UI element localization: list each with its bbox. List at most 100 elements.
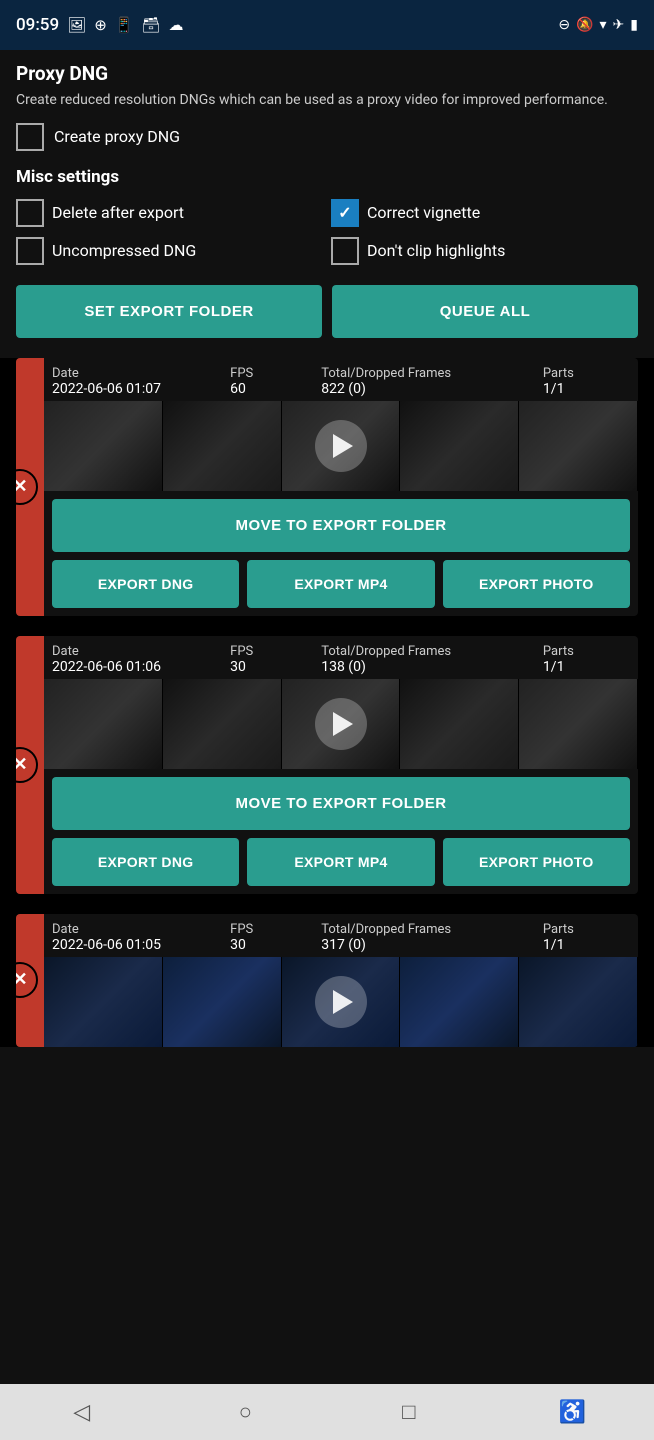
thumb-seg-1-2 bbox=[163, 401, 282, 491]
parts-label-1: Parts bbox=[543, 366, 630, 381]
correct-vignette-label: Correct vignette bbox=[367, 203, 480, 222]
misc-item-uncompressed-dng: Uncompressed DNG bbox=[16, 237, 323, 265]
uncompressed-dng-checkbox[interactable] bbox=[16, 237, 44, 265]
card-header-1: Date 2022-06-06 01:07 FPS 60 Total/Dropp… bbox=[44, 358, 638, 401]
thumb-seg-1-5 bbox=[519, 401, 638, 491]
thumb-seg-3-4 bbox=[400, 957, 519, 1047]
status-time-area: 09:59 🖼 ⊕ 📱 🗃 ☁ bbox=[16, 15, 184, 35]
proxy-dng-desc: Create reduced resolution DNGs which can… bbox=[16, 91, 638, 111]
fps-value-2: 30 bbox=[230, 659, 317, 675]
home-nav-button[interactable]: ○ bbox=[221, 1388, 269, 1436]
play-button-3[interactable] bbox=[315, 976, 367, 1028]
play-button-2[interactable] bbox=[315, 698, 367, 750]
date-value-1: 2022-06-06 01:07 bbox=[52, 381, 226, 397]
create-proxy-label: Create proxy DNG bbox=[54, 127, 180, 146]
export-photo-button-2[interactable]: EXPORT PHOTO bbox=[443, 838, 630, 886]
date-label-1: Date bbox=[52, 366, 226, 381]
queue-all-button[interactable]: QUEUE ALL bbox=[332, 285, 638, 338]
correct-vignette-checkbox[interactable] bbox=[331, 199, 359, 227]
parts-label-3: Parts bbox=[543, 922, 630, 937]
status-right-icons: ⊖ 🔕 ▾ ✈ ▮ bbox=[558, 18, 638, 32]
thumbnail-strip-1[interactable] bbox=[44, 401, 638, 491]
recordings-section: ✕ Date 2022-06-06 01:07 FPS 60 Total bbox=[0, 358, 654, 1047]
frames-value-3: 317 (0) bbox=[321, 937, 539, 953]
proxy-dng-section: Proxy DNG Create reduced resolution DNGs… bbox=[16, 62, 638, 151]
thumb-seg-2-4 bbox=[400, 679, 519, 769]
recording-card-1: ✕ Date 2022-06-06 01:07 FPS 60 Total bbox=[16, 358, 638, 616]
bottom-nav: ◁ ○ □ ♿ bbox=[0, 1384, 654, 1440]
frames-value-1: 822 (0) bbox=[321, 381, 539, 397]
battery-icon: ▮ bbox=[630, 18, 638, 32]
thumb-seg-3-1 bbox=[44, 957, 163, 1047]
misc-settings-title: Misc settings bbox=[16, 167, 638, 187]
play-button-1[interactable] bbox=[315, 420, 367, 472]
recents-icon: □ bbox=[402, 1399, 415, 1425]
card-buttons-2: MOVE TO EXPORT FOLDER EXPORT DNG EXPORT … bbox=[44, 769, 638, 894]
fps-label-2: FPS bbox=[230, 644, 317, 659]
thumb-seg-3-2 bbox=[163, 957, 282, 1047]
move-to-export-folder-button-1[interactable]: MOVE TO EXPORT FOLDER bbox=[52, 499, 630, 552]
date-value-3: 2022-06-06 01:05 bbox=[52, 937, 226, 953]
create-proxy-checkbox[interactable] bbox=[16, 123, 44, 151]
date-label-3: Date bbox=[52, 922, 226, 937]
bell-muted-icon: 🔕 bbox=[576, 18, 593, 32]
thumb-seg-3-5 bbox=[519, 957, 638, 1047]
parts-label-2: Parts bbox=[543, 644, 630, 659]
export-photo-button-1[interactable]: EXPORT PHOTO bbox=[443, 560, 630, 608]
card-header-3: Date 2022-06-06 01:05 FPS 30 Total/Dropp… bbox=[44, 914, 638, 957]
accessibility-nav-button[interactable]: ♿ bbox=[548, 1388, 596, 1436]
export-row-2: EXPORT DNG EXPORT MP4 EXPORT PHOTO bbox=[52, 838, 630, 886]
status-web-icon: ⊕ bbox=[94, 16, 107, 34]
frames-label-3: Total/Dropped Frames bbox=[321, 922, 539, 937]
parts-value-2: 1/1 bbox=[543, 659, 630, 675]
parts-value-1: 1/1 bbox=[543, 381, 630, 397]
play-triangle-icon-3 bbox=[333, 990, 353, 1014]
back-icon: ◁ bbox=[73, 1400, 90, 1425]
date-label-2: Date bbox=[52, 644, 226, 659]
wifi-icon: ▾ bbox=[600, 18, 607, 32]
export-mp4-button-1[interactable]: EXPORT MP4 bbox=[247, 560, 434, 608]
back-nav-button[interactable]: ◁ bbox=[58, 1388, 106, 1436]
fps-label-3: FPS bbox=[230, 922, 317, 937]
thumbnail-strip-3[interactable] bbox=[44, 957, 638, 1047]
status-bar: 09:59 🖼 ⊕ 📱 🗃 ☁ ⊖ 🔕 ▾ ✈ ▮ bbox=[0, 0, 654, 50]
thumb-seg-1-4 bbox=[400, 401, 519, 491]
thumbnail-strip-2[interactable] bbox=[44, 679, 638, 769]
close-x-icon-2: ✕ bbox=[16, 756, 28, 774]
export-dng-button-2[interactable]: EXPORT DNG bbox=[52, 838, 239, 886]
frames-value-2: 138 (0) bbox=[321, 659, 539, 675]
play-triangle-icon-1 bbox=[333, 434, 353, 458]
fps-label-1: FPS bbox=[230, 366, 317, 381]
date-value-2: 2022-06-06 01:06 bbox=[52, 659, 226, 675]
delete-after-checkbox[interactable] bbox=[16, 199, 44, 227]
export-row-1: EXPORT DNG EXPORT MP4 EXPORT PHOTO bbox=[52, 560, 630, 608]
accessibility-icon: ♿ bbox=[559, 1400, 586, 1425]
status-time: 09:59 bbox=[16, 15, 59, 35]
status-photo-icon: 🖼 bbox=[67, 16, 86, 34]
fps-value-3: 30 bbox=[230, 937, 317, 953]
export-mp4-button-2[interactable]: EXPORT MP4 bbox=[247, 838, 434, 886]
close-x-icon-3: ✕ bbox=[16, 971, 28, 989]
parts-value-3: 1/1 bbox=[543, 937, 630, 953]
set-export-folder-button[interactable]: SET EXPORT FOLDER bbox=[16, 285, 322, 338]
minus-circle-icon: ⊖ bbox=[558, 18, 570, 32]
create-proxy-row: Create proxy DNG bbox=[16, 123, 638, 151]
dont-clip-checkbox[interactable] bbox=[331, 237, 359, 265]
frames-label-2: Total/Dropped Frames bbox=[321, 644, 539, 659]
close-x-icon-1: ✕ bbox=[16, 478, 28, 496]
recording-card-3: ✕ Date 2022-06-06 01:05 FPS 30 Total bbox=[16, 914, 638, 1047]
airplane-icon: ✈ bbox=[613, 18, 625, 32]
status-cloud-icon: ☁ bbox=[169, 16, 184, 34]
misc-item-delete-after: Delete after export bbox=[16, 199, 323, 227]
export-dng-button-1[interactable]: EXPORT DNG bbox=[52, 560, 239, 608]
main-content: Proxy DNG Create reduced resolution DNGs… bbox=[0, 50, 654, 1384]
misc-item-dont-clip: Don't clip highlights bbox=[331, 237, 638, 265]
fps-value-1: 60 bbox=[230, 381, 317, 397]
status-image-icon: 🗃 bbox=[141, 16, 160, 34]
thumb-seg-2-5 bbox=[519, 679, 638, 769]
recents-nav-button[interactable]: □ bbox=[385, 1388, 433, 1436]
misc-settings-grid: Delete after export Correct vignette Unc… bbox=[16, 199, 638, 265]
misc-item-correct-vignette: Correct vignette bbox=[331, 199, 638, 227]
move-to-export-folder-button-2[interactable]: MOVE TO EXPORT FOLDER bbox=[52, 777, 630, 830]
play-triangle-icon-2 bbox=[333, 712, 353, 736]
